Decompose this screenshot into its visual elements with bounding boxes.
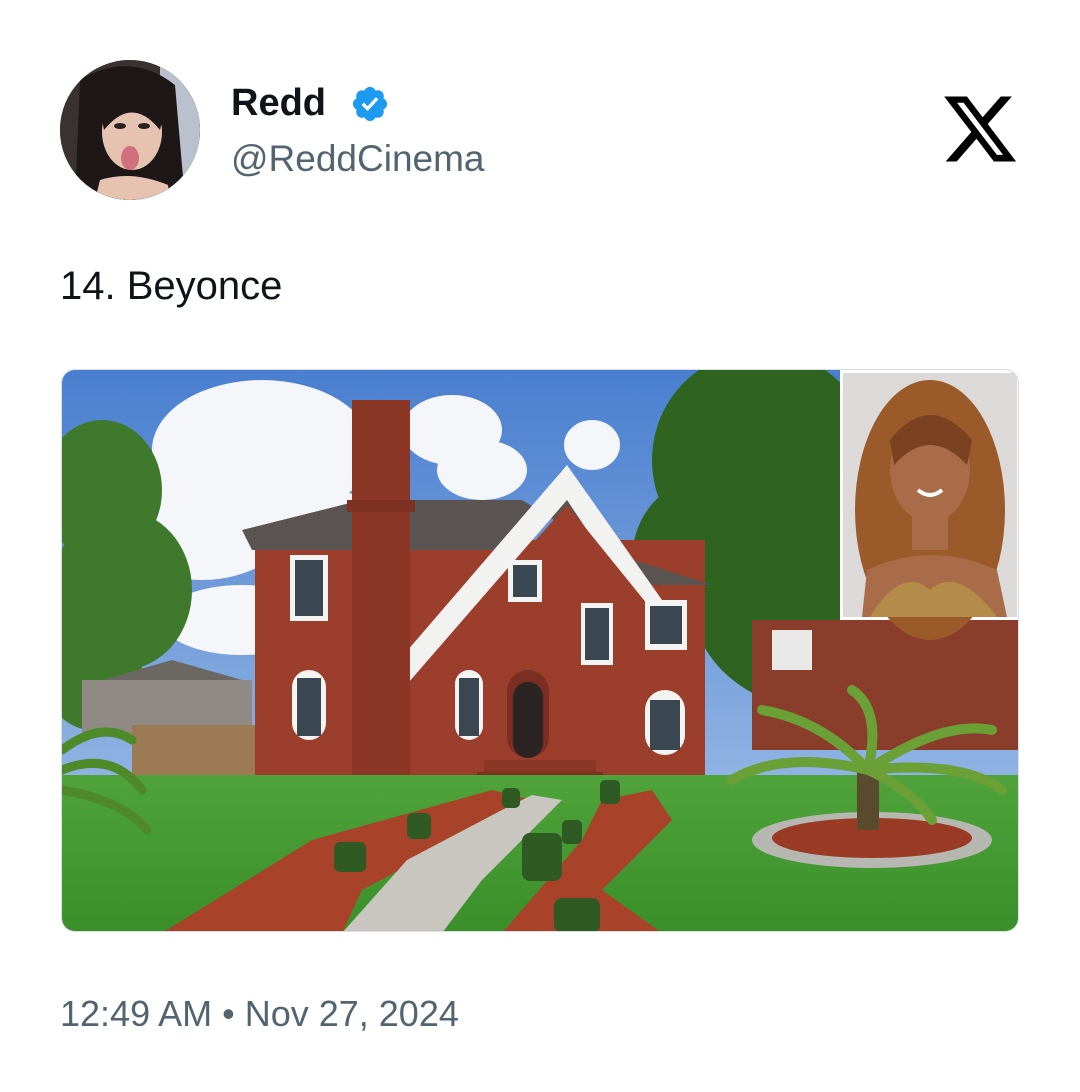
tweet-text: 14. Beyonce <box>60 264 283 308</box>
house-photo <box>62 370 1018 931</box>
tweet-timestamp[interactable]: 12:49 AM • Nov 27, 2024 <box>60 992 459 1036</box>
verified-badge-icon <box>352 86 388 122</box>
tweet-media-image[interactable] <box>61 369 1019 932</box>
author-handle[interactable]: @ReddCinema <box>231 137 485 181</box>
avatar-image <box>60 60 200 200</box>
x-logo-icon[interactable] <box>940 88 1020 170</box>
author-display-name[interactable]: Redd <box>231 80 326 126</box>
author-avatar[interactable] <box>60 60 200 200</box>
